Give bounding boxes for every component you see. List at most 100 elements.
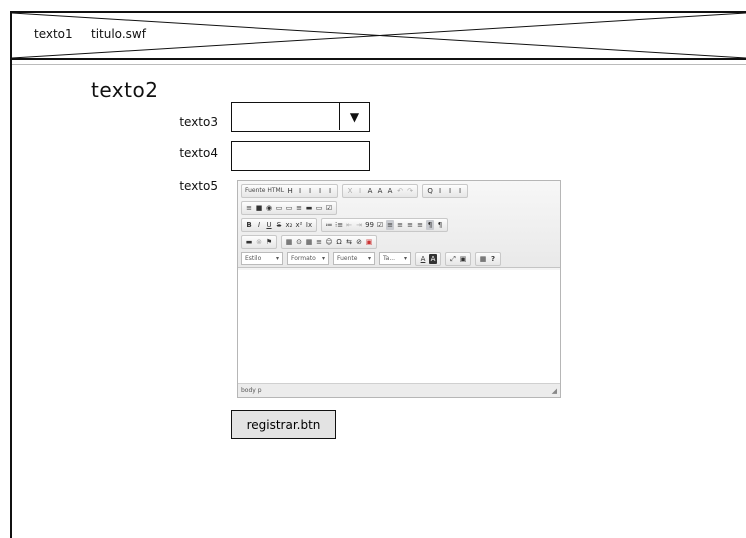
checkbox-icon[interactable]: ■ xyxy=(255,203,263,213)
smiley-icon[interactable]: ☺ xyxy=(325,237,333,247)
toolbar-group-paragraph: ≔ ⁝≡ ⇤ ⇥ 99 ☑ ≡ ≡ ≡ ≡ ¶ ¶ xyxy=(321,217,449,232)
table-icon[interactable]: ▦ xyxy=(305,237,313,247)
resize-handle-icon[interactable]: ◢ xyxy=(552,387,557,395)
font-select-label: Fuente xyxy=(337,255,358,262)
undo-icon[interactable]: ↶ xyxy=(396,186,404,196)
paste-icon[interactable]: A xyxy=(366,186,374,196)
text-rtl-icon[interactable]: ¶ xyxy=(436,220,444,230)
spellcheck-icon[interactable]: I xyxy=(456,186,464,196)
toolbar-row-1: Fuente HTML H I I I I X I A A A ↶ ↷ Q I … xyxy=(241,183,557,198)
toolbar-group-basicstyles: B I U S x₂ x² Ix xyxy=(241,217,317,232)
toolbar-group-forms: ≡ ■ ◉ ▭ ▭ ≡ ▬ ▭ ☑ xyxy=(241,200,337,215)
source-button[interactable]: Fuente HTML xyxy=(245,186,284,196)
paste-word-icon[interactable]: A xyxy=(386,186,394,196)
select-icon[interactable]: ≡ xyxy=(295,203,303,213)
toolbar-row-5: Estilo ▾ Formato ▾ Fuente ▾ Ta... ▾ A A ⤢ ▣ … xyxy=(241,251,557,266)
toolbar-group-clipboard: X I A A A ↶ ↷ xyxy=(342,183,419,198)
about-icon[interactable]: ▦ xyxy=(479,254,487,264)
find-icon[interactable]: Q xyxy=(426,186,434,196)
format-select[interactable]: Formato ▾ xyxy=(287,252,329,265)
format-select-label: Formato xyxy=(291,255,316,262)
show-blocks-icon[interactable]: ▣ xyxy=(459,254,467,264)
outdent-icon[interactable]: ⇤ xyxy=(345,220,353,230)
anchor-icon[interactable]: ⚑ xyxy=(265,237,273,247)
page-break-icon[interactable]: ⇆ xyxy=(345,237,353,247)
separator-line xyxy=(12,64,746,65)
label-texto3: texto3 xyxy=(179,115,218,129)
superscript-button[interactable]: x² xyxy=(295,220,303,230)
header-text-2: titulo.swf xyxy=(88,27,149,41)
align-justify-icon[interactable]: ≡ xyxy=(416,220,424,230)
image-button-icon[interactable]: ▭ xyxy=(315,203,323,213)
flash-icon[interactable]: ⊙ xyxy=(295,237,303,247)
header-bar: texto1 titulo.swf xyxy=(10,11,746,60)
button-icon[interactable]: ▬ xyxy=(305,203,313,213)
paste-text-icon[interactable]: A xyxy=(376,186,384,196)
toolbar-group-colors: A A xyxy=(415,251,441,266)
rich-text-editor: Fuente HTML H I I I I X I A A A ↶ ↷ Q I … xyxy=(237,180,561,398)
style-select-label: Estilo xyxy=(245,255,262,262)
image-icon[interactable]: ▦ xyxy=(285,237,293,247)
bold-button[interactable]: B xyxy=(245,220,253,230)
dropdown-select[interactable]: ▼ xyxy=(231,102,370,132)
special-char-icon[interactable]: Ω xyxy=(335,237,343,247)
text-color-button[interactable]: A xyxy=(419,254,427,264)
bulleted-list-icon[interactable]: ⁝≡ xyxy=(335,220,343,230)
numbered-list-icon[interactable]: ≔ xyxy=(325,220,333,230)
new-page-icon[interactable]: I xyxy=(296,186,304,196)
horizontal-rule-icon[interactable]: ≡ xyxy=(315,237,323,247)
strike-button[interactable]: S xyxy=(275,220,283,230)
templates-icon[interactable]: I xyxy=(326,186,334,196)
replace-icon[interactable]: I xyxy=(436,186,444,196)
underline-button[interactable]: U xyxy=(265,220,273,230)
maximize-icon[interactable]: ⤢ xyxy=(449,254,457,264)
toolbar-row-2: ≡ ■ ◉ ▭ ▭ ≡ ▬ ▭ ☑ xyxy=(241,200,557,215)
page-title: texto2 xyxy=(91,78,159,102)
text-ltr-icon[interactable]: ¶ xyxy=(426,219,435,230)
chevron-down-icon: ▾ xyxy=(321,255,325,262)
copy-icon[interactable]: I xyxy=(356,186,364,196)
preview-icon[interactable]: I xyxy=(306,186,314,196)
save-icon[interactable]: H xyxy=(286,186,294,196)
create-div-icon[interactable]: ☑ xyxy=(376,220,384,230)
align-center-icon[interactable]: ≡ xyxy=(396,220,404,230)
text-input[interactable] xyxy=(231,141,370,171)
form-icon[interactable]: ≡ xyxy=(245,203,253,213)
chevron-down-icon: ▾ xyxy=(367,255,371,262)
youtube-icon[interactable]: ▣ xyxy=(365,237,373,247)
subscript-button[interactable]: x₂ xyxy=(285,220,293,230)
style-select[interactable]: Estilo ▾ xyxy=(241,252,283,265)
print-icon[interactable]: I xyxy=(316,186,324,196)
redo-icon[interactable]: ↷ xyxy=(406,186,414,196)
bg-color-button[interactable]: A xyxy=(429,253,437,264)
align-left-icon[interactable]: ≡ xyxy=(386,219,395,230)
textfield-icon[interactable]: ▭ xyxy=(275,203,283,213)
register-button[interactable]: registrar.btn xyxy=(231,410,336,439)
font-select[interactable]: Fuente ▾ xyxy=(333,252,375,265)
radio-icon[interactable]: ◉ xyxy=(265,203,273,213)
iframe-icon[interactable]: ⊘ xyxy=(355,237,363,247)
align-right-icon[interactable]: ≡ xyxy=(406,220,414,230)
editor-content-area[interactable] xyxy=(238,270,560,383)
blockquote-icon[interactable]: 99 xyxy=(365,220,374,230)
dropdown-arrow-button[interactable]: ▼ xyxy=(339,103,369,130)
chevron-down-icon: ▼ xyxy=(349,109,360,124)
label-texto5: texto5 xyxy=(179,179,218,193)
link-icon[interactable]: ▬ xyxy=(245,237,253,247)
cut-icon[interactable]: X xyxy=(346,186,354,196)
toolbar-group-document: Fuente HTML H I I I I xyxy=(241,183,339,198)
element-path[interactable]: body p xyxy=(241,387,262,394)
remove-format-button[interactable]: Ix xyxy=(305,220,313,230)
help-icon[interactable]: ? xyxy=(489,254,497,264)
chevron-down-icon: ▾ xyxy=(275,255,279,262)
unlink-icon[interactable]: ⊗ xyxy=(255,237,263,247)
textarea-icon[interactable]: ▭ xyxy=(285,203,293,213)
toolbar-group-tools: ⤢ ▣ xyxy=(445,251,471,266)
hidden-field-icon[interactable]: ☑ xyxy=(325,203,333,213)
size-select[interactable]: Ta... ▾ xyxy=(379,252,411,265)
italic-button[interactable]: I xyxy=(255,220,263,230)
header-text-1: texto1 xyxy=(31,27,76,41)
select-all-icon[interactable]: I xyxy=(446,186,454,196)
indent-icon[interactable]: ⇥ xyxy=(355,220,363,230)
editor-toolbar: Fuente HTML H I I I I X I A A A ↶ ↷ Q I … xyxy=(238,181,560,268)
